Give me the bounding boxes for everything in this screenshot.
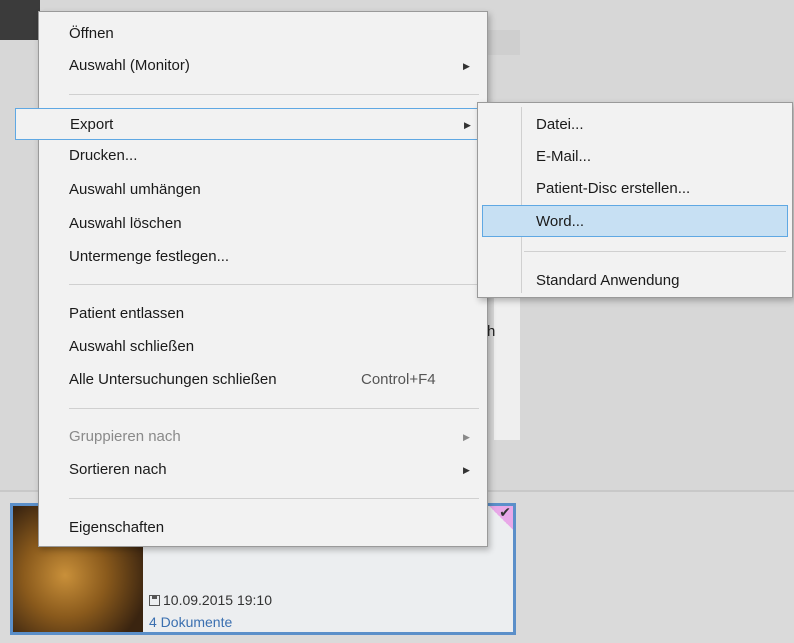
menu-item-label: Patient entlassen xyxy=(69,305,185,322)
submenu-item-word[interactable]: Word... xyxy=(482,205,788,237)
menu-item-label: Drucken... xyxy=(69,147,138,164)
menu-item-untermenge-festlegen[interactable]: Untermenge festlegen... xyxy=(39,241,487,273)
submenu-item-datei[interactable]: Datei... xyxy=(478,109,792,141)
menu-item-label: Auswahl (Monitor) xyxy=(69,57,190,74)
selection-corner: ✔ xyxy=(489,504,513,530)
menu-item-auswahl-schliessen[interactable]: Auswahl schließen xyxy=(39,331,487,363)
check-icon: ✔ xyxy=(499,504,511,520)
menu-item-gruppieren-nach[interactable]: Gruppieren nach ▶ xyxy=(39,421,487,453)
menu-item-export[interactable]: Export ▶ xyxy=(15,108,487,140)
menu-separator xyxy=(69,498,479,499)
background-card-text: h xyxy=(487,323,496,340)
save-icon xyxy=(149,595,160,606)
menu-item-label: Öffnen xyxy=(69,25,114,42)
menu-item-label: Gruppieren nach xyxy=(69,428,181,445)
menu-item-auswahl-monitor[interactable]: Auswahl (Monitor) ▶ xyxy=(39,50,487,82)
menu-item-oeffnen[interactable]: Öffnen xyxy=(39,18,487,50)
submenu-arrow-icon: ▶ xyxy=(463,61,470,71)
submenu-item-email[interactable]: E-Mail... xyxy=(478,141,792,173)
menu-item-eigenschaften[interactable]: Eigenschaften xyxy=(39,512,487,544)
menu-item-label: Auswahl schließen xyxy=(69,338,195,355)
submenu-item-standard-anwendung[interactable]: Standard Anwendung xyxy=(478,265,792,297)
study-date-text: 10.09.2015 19:10 xyxy=(163,592,272,608)
submenu-item-label: Patient-Disc erstellen... xyxy=(536,180,691,197)
menu-item-label: Sortieren nach xyxy=(69,461,167,478)
submenu-arrow-icon: ▶ xyxy=(464,120,471,130)
study-date: 10.09.2015 19:10 xyxy=(149,592,272,608)
submenu-separator xyxy=(524,251,786,252)
background-thumbnail xyxy=(0,0,40,40)
submenu-item-label: Word... xyxy=(536,213,585,230)
menu-item-label: Auswahl löschen xyxy=(69,215,182,232)
study-document-count: 4 Dokumente xyxy=(149,614,233,630)
menu-separator xyxy=(69,284,479,285)
submenu-item-label: Datei... xyxy=(536,116,584,133)
context-menu: Öffnen Auswahl (Monitor) ▶ Export ▶ Druc… xyxy=(15,11,488,547)
menu-separator xyxy=(69,408,479,409)
submenu-arrow-icon: ▶ xyxy=(463,432,470,442)
submenu-arrow-icon: ▶ xyxy=(463,465,470,475)
menu-item-label: Export xyxy=(70,116,114,133)
menu-item-alle-untersuchungen-schliessen[interactable]: Alle Untersuchungen schließen Control+F4 xyxy=(39,364,487,396)
submenu-item-patient-disc[interactable]: Patient-Disc erstellen... xyxy=(478,173,792,205)
export-submenu: Datei... E-Mail... Patient-Disc erstelle… xyxy=(477,102,793,298)
menu-item-label: Untermenge festlegen... xyxy=(69,248,230,265)
menu-item-drucken[interactable]: Drucken... xyxy=(39,140,487,172)
menu-item-sortieren-nach[interactable]: Sortieren nach ▶ xyxy=(39,454,487,486)
submenu-item-label: Standard Anwendung xyxy=(536,272,680,289)
background-card xyxy=(494,290,520,440)
menu-separator xyxy=(69,94,479,95)
menu-item-auswahl-loeschen[interactable]: Auswahl löschen xyxy=(39,208,487,240)
submenu-item-label: E-Mail... xyxy=(536,148,592,165)
menu-item-label: Alle Untersuchungen schließen xyxy=(69,371,277,388)
menu-item-label: Eigenschaften xyxy=(69,519,165,536)
menu-item-shortcut: Control+F4 xyxy=(361,371,436,388)
menu-item-label: Auswahl umhängen xyxy=(69,181,201,198)
menu-item-auswahl-umhaengen[interactable]: Auswahl umhängen xyxy=(39,174,487,206)
menu-item-patient-entlassen[interactable]: Patient entlassen xyxy=(39,298,487,330)
